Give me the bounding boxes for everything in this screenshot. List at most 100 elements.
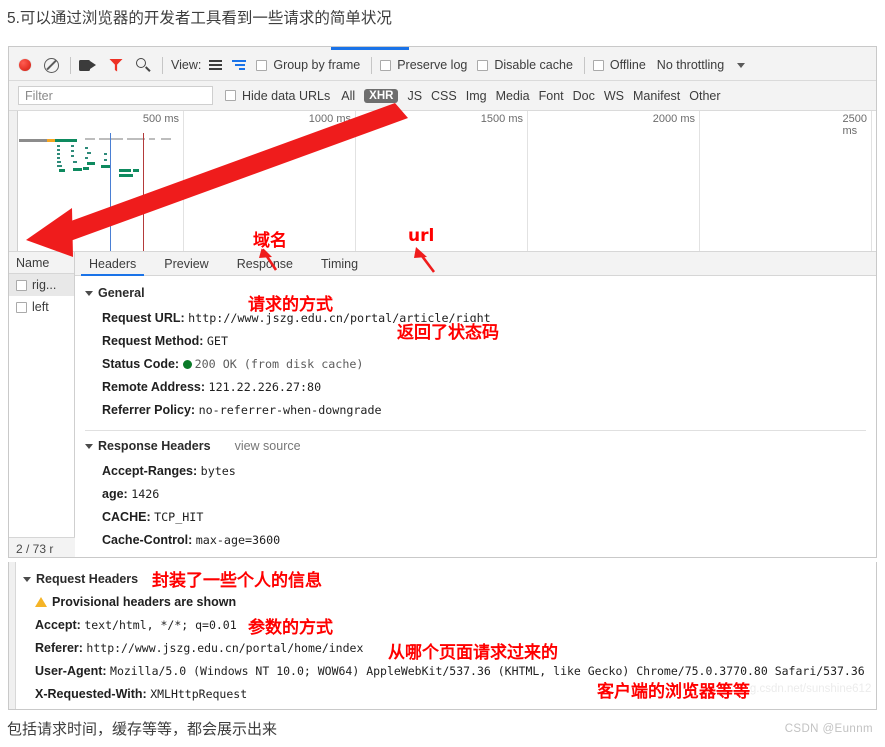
- clear-no-entry-icon[interactable]: [44, 57, 59, 73]
- triangle-expanded-icon: [85, 290, 93, 296]
- response-headers-section-title: Response Headers: [98, 439, 211, 453]
- annotation-client-browser: 客户端的浏览器等等: [597, 682, 750, 702]
- network-overview-timeline[interactable]: 500 ms 1000 ms 1500 ms 2000 ms 2500 ms: [9, 111, 876, 252]
- checkbox-box: [256, 59, 268, 71]
- overview-gridline: [699, 111, 700, 252]
- type-filter-all[interactable]: All: [341, 89, 355, 103]
- annotation-domain: 域名: [253, 231, 287, 251]
- value-label: 200 OK (from disk cache): [194, 357, 364, 371]
- disable-cache-checkbox[interactable]: Disable cache: [477, 58, 573, 72]
- general-section-header[interactable]: General: [75, 286, 876, 300]
- key-label: Referer:: [35, 641, 83, 655]
- key-label: Accept-Ranges:: [102, 464, 198, 478]
- request-detail-pane: Headers Preview Response Timing General …: [75, 252, 876, 557]
- tab-preview[interactable]: Preview: [150, 252, 222, 276]
- response-headers-section-header[interactable]: Response Headers view source: [75, 439, 876, 453]
- tab-headers[interactable]: Headers: [75, 252, 150, 276]
- bottom-caption: 包括请求时间，缓存等等，都会展示出来: [7, 721, 278, 738]
- request-header-user-agent: User-Agent: Mozilla/5.0 (Windows NT 10.0…: [9, 664, 876, 678]
- key-label: CC_CACHE:: [102, 556, 176, 557]
- offline-label: Offline: [609, 58, 646, 72]
- warning-triangle-icon: [35, 597, 47, 607]
- annotation-request-method: 请求的方式: [248, 295, 333, 315]
- type-filter-manifest[interactable]: Manifest: [633, 89, 680, 103]
- offline-checkbox[interactable]: Offline: [592, 58, 646, 72]
- lower-pane-gutter: [9, 562, 16, 709]
- status-ok-dot-icon: [182, 360, 192, 369]
- search-icon[interactable]: [136, 58, 150, 72]
- key-label: Referrer Policy:: [102, 403, 196, 417]
- type-filter-img[interactable]: Img: [466, 89, 487, 103]
- annotation-url: url: [408, 226, 435, 246]
- request-headers-section-title: Request Headers: [36, 572, 139, 586]
- type-filter-font[interactable]: Font: [539, 89, 564, 103]
- checkbox-box[interactable]: [16, 301, 27, 313]
- type-filter-media[interactable]: Media: [496, 89, 530, 103]
- overview-gridline: [871, 111, 872, 252]
- type-filter-xhr[interactable]: XHR: [364, 88, 399, 103]
- value-label: Mozilla/5.0 (Windows NT 10.0; WOW64) App…: [110, 664, 865, 678]
- triangle-expanded-icon: [23, 576, 31, 582]
- type-filter-css[interactable]: CSS: [431, 89, 457, 103]
- preserve-log-checkbox[interactable]: Preserve log: [380, 58, 467, 72]
- key-label: Request URL:: [102, 311, 185, 325]
- toolbar-divider-4: [583, 56, 585, 74]
- page-title: 5.可以通过浏览器的开发者工具看到一些请求的简单状况: [7, 10, 392, 27]
- type-filter-js[interactable]: JS: [407, 89, 422, 103]
- request-count-status: 2 / 73 r: [9, 537, 75, 557]
- type-filter-other[interactable]: Other: [689, 89, 720, 103]
- overview-tick-label: 1000 ms: [308, 113, 351, 125]
- hide-data-urls-checkbox[interactable]: Hide data URLs: [225, 89, 330, 103]
- request-row-right[interactable]: rig...: [9, 274, 74, 296]
- group-by-frame-label: Group by frame: [273, 58, 361, 72]
- triangle-expanded-icon: [85, 443, 93, 449]
- value-label: max-age=3600: [195, 533, 281, 547]
- preserve-log-label: Preserve log: [397, 58, 468, 72]
- overview-tick-label: 1500 ms: [480, 113, 523, 125]
- type-filter-ws[interactable]: WS: [604, 89, 624, 103]
- checkbox-box[interactable]: [16, 279, 27, 291]
- tab-response[interactable]: Response: [223, 252, 307, 276]
- checkbox-box: [592, 59, 604, 71]
- value-label: http://www.jszg.edu.cn/portal/home/index: [86, 641, 364, 655]
- request-name-label: left: [32, 300, 49, 314]
- checkbox-box: [477, 59, 489, 71]
- chevron-down-icon[interactable]: [737, 62, 746, 68]
- value-label: no-referrer-when-downgrade: [198, 403, 382, 417]
- load-event-marker: [143, 133, 144, 252]
- record-circle-icon[interactable]: [19, 59, 31, 71]
- devtools-network-panel: View: Group by frame Preserve log Disabl…: [8, 46, 877, 558]
- overview-left-gutter: [9, 111, 18, 252]
- general-item-status-code: Status Code: 200 OK (from disk cache): [75, 357, 876, 371]
- network-toolbar: View: Group by frame Preserve log Disabl…: [9, 50, 876, 81]
- waterfall-view-icon[interactable]: [232, 59, 247, 71]
- throttling-select-label[interactable]: No throttling: [657, 58, 724, 72]
- annotation-status-code: 返回了状态码: [397, 323, 499, 343]
- disable-cache-label: Disable cache: [494, 58, 573, 72]
- section-divider: [85, 430, 866, 431]
- response-header-accept-ranges: Accept-Ranges: bytes: [75, 464, 876, 478]
- request-list-header[interactable]: Name: [9, 252, 74, 274]
- group-by-frame-checkbox[interactable]: Group by frame: [256, 58, 360, 72]
- general-item-referrer-policy: Referrer Policy: no-referrer-when-downgr…: [75, 403, 876, 417]
- key-label: CACHE:: [102, 510, 151, 524]
- request-headers-section-header[interactable]: Request Headers: [9, 572, 876, 586]
- view-label: View:: [171, 58, 202, 72]
- key-label: age:: [102, 487, 128, 501]
- funnel-filter-icon[interactable]: [109, 58, 123, 72]
- response-header-cache-control: Cache-Control: max-age=3600: [75, 533, 876, 547]
- value-label: 121.22.226.27:80: [208, 380, 322, 394]
- value-label: TCP_HIT: [179, 556, 228, 557]
- request-row-left[interactable]: left: [9, 296, 74, 318]
- filter-input[interactable]: Filter: [18, 86, 213, 105]
- value-label: XMLHttpRequest: [150, 687, 248, 701]
- checkbox-box: [380, 59, 392, 71]
- view-source-link[interactable]: view source: [235, 439, 301, 453]
- type-filter-doc[interactable]: Doc: [573, 89, 595, 103]
- detail-tab-strip: Headers Preview Response Timing: [75, 252, 876, 276]
- camera-capture-screenshots-icon[interactable]: [79, 59, 96, 71]
- list-view-icon[interactable]: [209, 59, 223, 71]
- tab-timing[interactable]: Timing: [307, 252, 372, 276]
- value-label: 1426: [131, 487, 160, 501]
- general-item-remote-address: Remote Address: 121.22.226.27:80: [75, 380, 876, 394]
